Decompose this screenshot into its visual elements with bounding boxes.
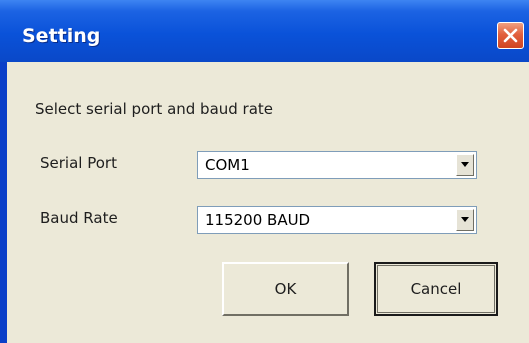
serial-port-label: Serial Port bbox=[40, 154, 117, 172]
instruction-text: Select serial port and baud rate bbox=[35, 100, 274, 118]
baud-rate-select[interactable]: 115200 BAUD bbox=[197, 206, 477, 234]
close-icon bbox=[503, 28, 518, 43]
dialog-body: Select serial port and baud rate Serial … bbox=[7, 62, 529, 343]
settings-dialog-window: Setting Select serial port and baud rate… bbox=[0, 0, 529, 343]
window-title: Setting bbox=[22, 25, 101, 47]
serial-port-value: COM1 bbox=[205, 156, 250, 174]
ok-button[interactable]: OK bbox=[222, 262, 349, 316]
title-bar[interactable]: Setting bbox=[0, 0, 529, 62]
baud-rate-value: 115200 BAUD bbox=[205, 211, 311, 229]
close-button[interactable] bbox=[497, 22, 524, 49]
baud-rate-label: Baud Rate bbox=[40, 209, 118, 227]
chevron-down-icon bbox=[461, 162, 469, 167]
serial-port-dropdown-button[interactable] bbox=[456, 154, 474, 176]
cancel-button[interactable]: Cancel bbox=[374, 262, 498, 316]
chevron-down-icon bbox=[461, 217, 469, 222]
serial-port-select[interactable]: COM1 bbox=[197, 151, 477, 179]
baud-rate-dropdown-button[interactable] bbox=[456, 209, 474, 231]
